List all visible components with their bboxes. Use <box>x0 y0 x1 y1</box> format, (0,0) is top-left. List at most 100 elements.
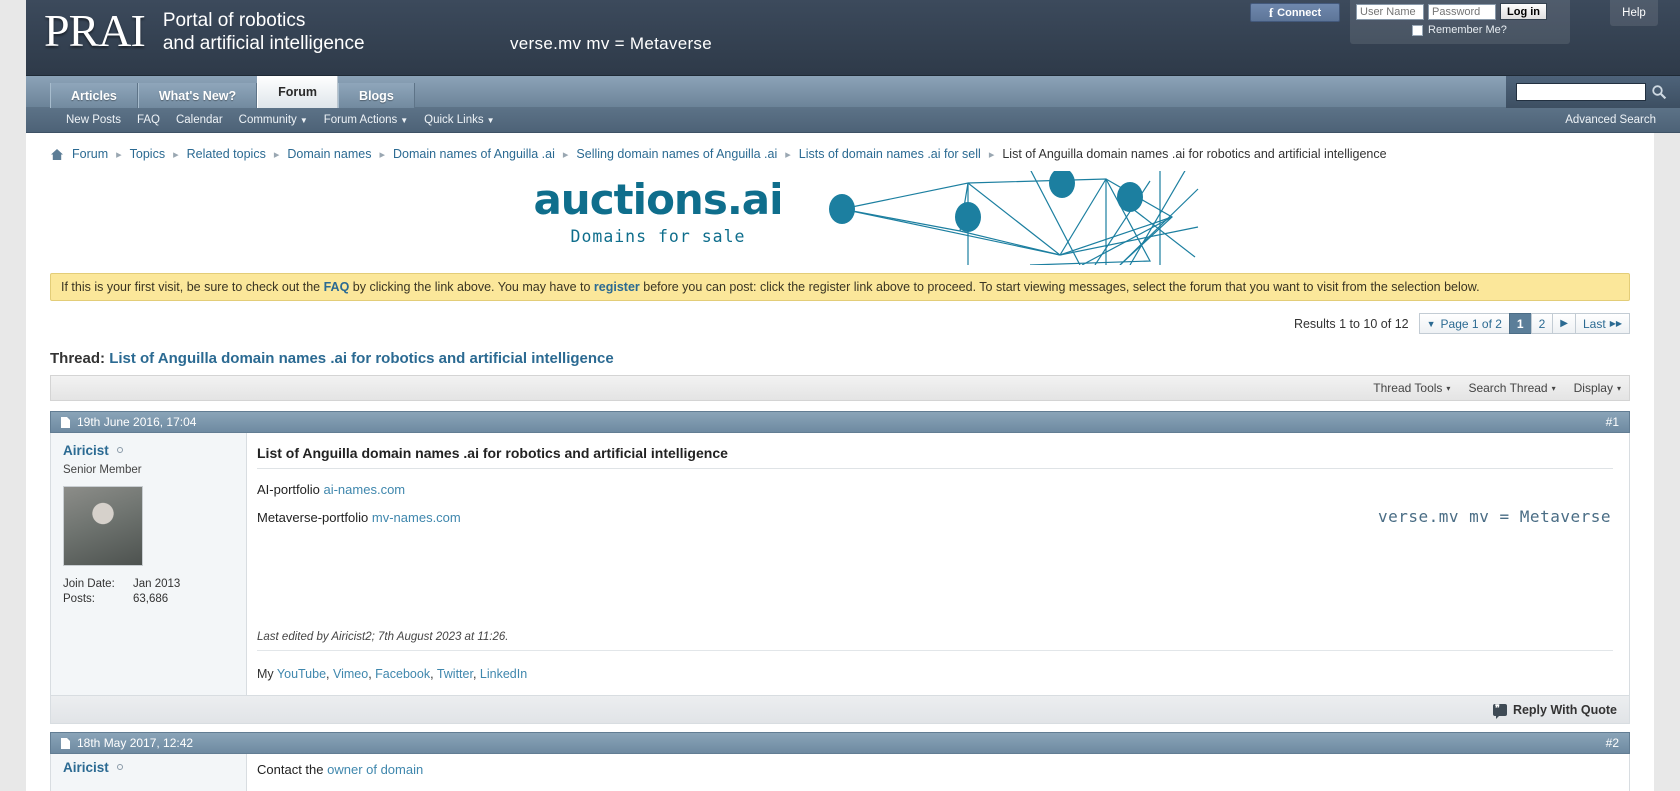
content-area: Forum ▸ Topics ▸ Related topics ▸ Domain… <box>26 133 1654 791</box>
password-input[interactable] <box>1428 3 1496 20</box>
search-input[interactable] <box>1516 83 1646 101</box>
advanced-search-link[interactable]: Advanced Search <box>1565 114 1656 126</box>
post-user-panel: Airicist <box>51 754 247 791</box>
remember-me-row[interactable]: Remember Me? <box>1350 20 1570 36</box>
display-button[interactable]: Display ▾ <box>1574 381 1621 395</box>
post-username[interactable]: Airicist <box>63 760 109 775</box>
breadcrumb-separator-icon: ▸ <box>173 148 179 161</box>
home-icon <box>50 148 64 161</box>
twitter-link[interactable]: Twitter <box>437 667 473 681</box>
quote-icon: ❞ <box>1492 703 1507 719</box>
next-page-button[interactable]: ▶ <box>1552 313 1575 334</box>
reply-with-quote-button[interactable]: ❞ Reply With Quote <box>1492 702 1617 719</box>
post-header: 19th June 2016, 17:04 #1 <box>50 411 1630 433</box>
breadcrumb-item-related-topics[interactable]: Related topics <box>187 147 266 161</box>
post-username[interactable]: Airicist <box>63 443 109 458</box>
help-button[interactable]: Help <box>1610 0 1658 26</box>
breadcrumb: Forum ▸ Topics ▸ Related topics ▸ Domain… <box>26 133 1654 171</box>
owner-of-domain-link[interactable]: owner of domain <box>327 762 423 777</box>
sub-navigation: New Posts FAQ Calendar Community ▼ Forum … <box>26 108 1680 133</box>
ai-names-link[interactable]: ai-names.com <box>323 482 405 497</box>
post-content: List of Anguilla domain names .ai for ro… <box>247 433 1629 695</box>
pagination: ▼ Page 1 of 2 1 2 ▶ Last ▶▶ <box>1418 313 1630 334</box>
header-search <box>1506 76 1680 108</box>
subnav-quick-links[interactable]: Quick Links ▼ <box>424 114 494 126</box>
facebook-link[interactable]: Facebook <box>375 667 430 681</box>
breadcrumb-item-domain-names[interactable]: Domain names <box>287 147 371 161</box>
page-2-button[interactable]: 2 <box>1530 313 1553 334</box>
post-username-row: Airicist <box>63 443 234 458</box>
chevron-down-icon: ▼ <box>299 116 308 125</box>
login-button[interactable]: Log in <box>1500 3 1547 20</box>
post-1: 19th June 2016, 17:04 #1 Airicist Senior… <box>50 411 1630 724</box>
breadcrumb-separator-icon: ▸ <box>273 148 280 161</box>
mv-names-link[interactable]: mv-names.com <box>372 510 461 525</box>
logo-text: PRAI <box>44 5 146 56</box>
post-number[interactable]: #2 <box>1606 736 1619 750</box>
notice-part-1: If this is your first visit, be sure to … <box>61 280 324 294</box>
display-label: Display <box>1573 381 1613 395</box>
breadcrumb-item-selling-domain-names[interactable]: Selling domain names of Anguilla .ai <box>576 147 777 161</box>
subnav-new-posts[interactable]: New Posts <box>66 114 121 126</box>
join-date-value: Jan 2013 <box>133 578 181 590</box>
username-input[interactable] <box>1356 3 1424 20</box>
post-date: 19th June 2016, 17:04 <box>77 415 197 429</box>
breadcrumb-separator-icon: ▸ <box>379 148 385 161</box>
remember-me-checkbox[interactable] <box>1412 24 1423 36</box>
post-body: Airicist Contact the owner of domain <box>50 754 1630 791</box>
page-1-button[interactable]: 1 <box>1508 313 1531 334</box>
subnav-forum-actions-label: Forum Actions <box>323 114 398 126</box>
breadcrumb-item-lists-for-sell[interactable]: Lists of domain names .ai for sell <box>799 147 981 161</box>
page-menu-button[interactable]: ▼ Page 1 of 2 <box>1418 313 1509 334</box>
avatar[interactable] <box>63 486 143 566</box>
breadcrumb-item-forum[interactable]: Forum <box>72 147 108 161</box>
post-2: 18th May 2017, 12:42 #2 Airicist Contact… <box>50 732 1630 791</box>
subnav-community[interactable]: Community ▼ <box>239 114 308 126</box>
banner-subtitle: Domains for sale <box>570 227 746 246</box>
linkedin-link[interactable]: LinkedIn <box>480 667 527 681</box>
join-date-label: Join Date: <box>63 578 115 590</box>
youtube-link[interactable]: YouTube <box>277 667 326 681</box>
facebook-connect-button[interactable]: f Connect <box>1250 3 1340 22</box>
login-box: Log in Remember Me? <box>1350 0 1570 44</box>
subnav-calendar[interactable]: Calendar <box>176 114 223 126</box>
breadcrumb-separator-icon: ▸ <box>562 148 569 161</box>
thread-title-link[interactable]: List of Anguilla domain names .ai for ro… <box>109 350 614 367</box>
tagline-line-1: Portal of robotics <box>162 10 306 31</box>
signature-divider <box>257 650 1613 651</box>
subnav-faq[interactable]: FAQ <box>137 114 160 126</box>
page-root: PRAI Portal of robotics and artificial i… <box>0 0 1680 791</box>
notice-register-link[interactable]: register <box>594 280 640 294</box>
search-thread-button[interactable]: Search Thread ▾ <box>1468 381 1555 395</box>
tab-articles[interactable]: Articles <box>50 83 138 108</box>
breadcrumb-item-topics[interactable]: Topics <box>130 147 165 161</box>
notice-part-2: by clicking the link above. You may have… <box>349 280 594 294</box>
last-edited-note: Last edited by Airicist2; 7th August 202… <box>257 631 509 643</box>
reply-with-quote-label: Reply With Quote <box>1512 702 1617 717</box>
breadcrumb-item-domain-names-anguilla[interactable]: Domain names of Anguilla .ai <box>393 147 555 161</box>
notice-part-3: before you can post: click the register … <box>639 280 1480 294</box>
network-graph-graphic <box>820 171 1200 265</box>
thread-toolbar: Thread Tools ▾ Search Thread ▾ Display ▾ <box>50 375 1630 401</box>
site-logo[interactable]: PRAI Portal of robotics and artificial i… <box>44 4 365 58</box>
header-slogan: verse.mv mv = Metaverse <box>510 34 712 53</box>
tab-blogs[interactable]: Blogs <box>338 83 415 108</box>
search-icon[interactable] <box>1646 79 1672 105</box>
last-page-button[interactable]: Last ▶▶ <box>1575 313 1630 334</box>
user-signature: My YouTube, Vimeo, Facebook, Twitter, Li… <box>257 667 528 681</box>
vimeo-link[interactable]: Vimeo <box>333 667 368 681</box>
thread-tools-button[interactable]: Thread Tools ▾ <box>1373 381 1450 395</box>
tagline-line-2: and artificial intelligence <box>162 33 365 54</box>
subnav-forum-actions[interactable]: Forum Actions ▼ <box>324 114 408 126</box>
tab-whats-new[interactable]: What's New? <box>137 83 258 108</box>
auctions-banner[interactable]: auctions.ai Domains for sale <box>50 171 1630 265</box>
post-footer: ❞ Reply With Quote <box>50 696 1630 724</box>
chevron-down-icon: ▾ <box>1446 383 1451 393</box>
banner-title: auctions.ai <box>533 175 783 224</box>
login-row: Log in <box>1350 0 1570 20</box>
pagination-row: Results 1 to 10 of 12 ▼ Page 1 of 2 1 2 … <box>50 313 1630 334</box>
notice-faq-link[interactable]: FAQ <box>324 280 350 294</box>
subnav-quick-links-label: Quick Links <box>424 114 484 126</box>
tab-forum[interactable]: Forum <box>257 76 339 108</box>
post-number[interactable]: #1 <box>1606 415 1619 429</box>
